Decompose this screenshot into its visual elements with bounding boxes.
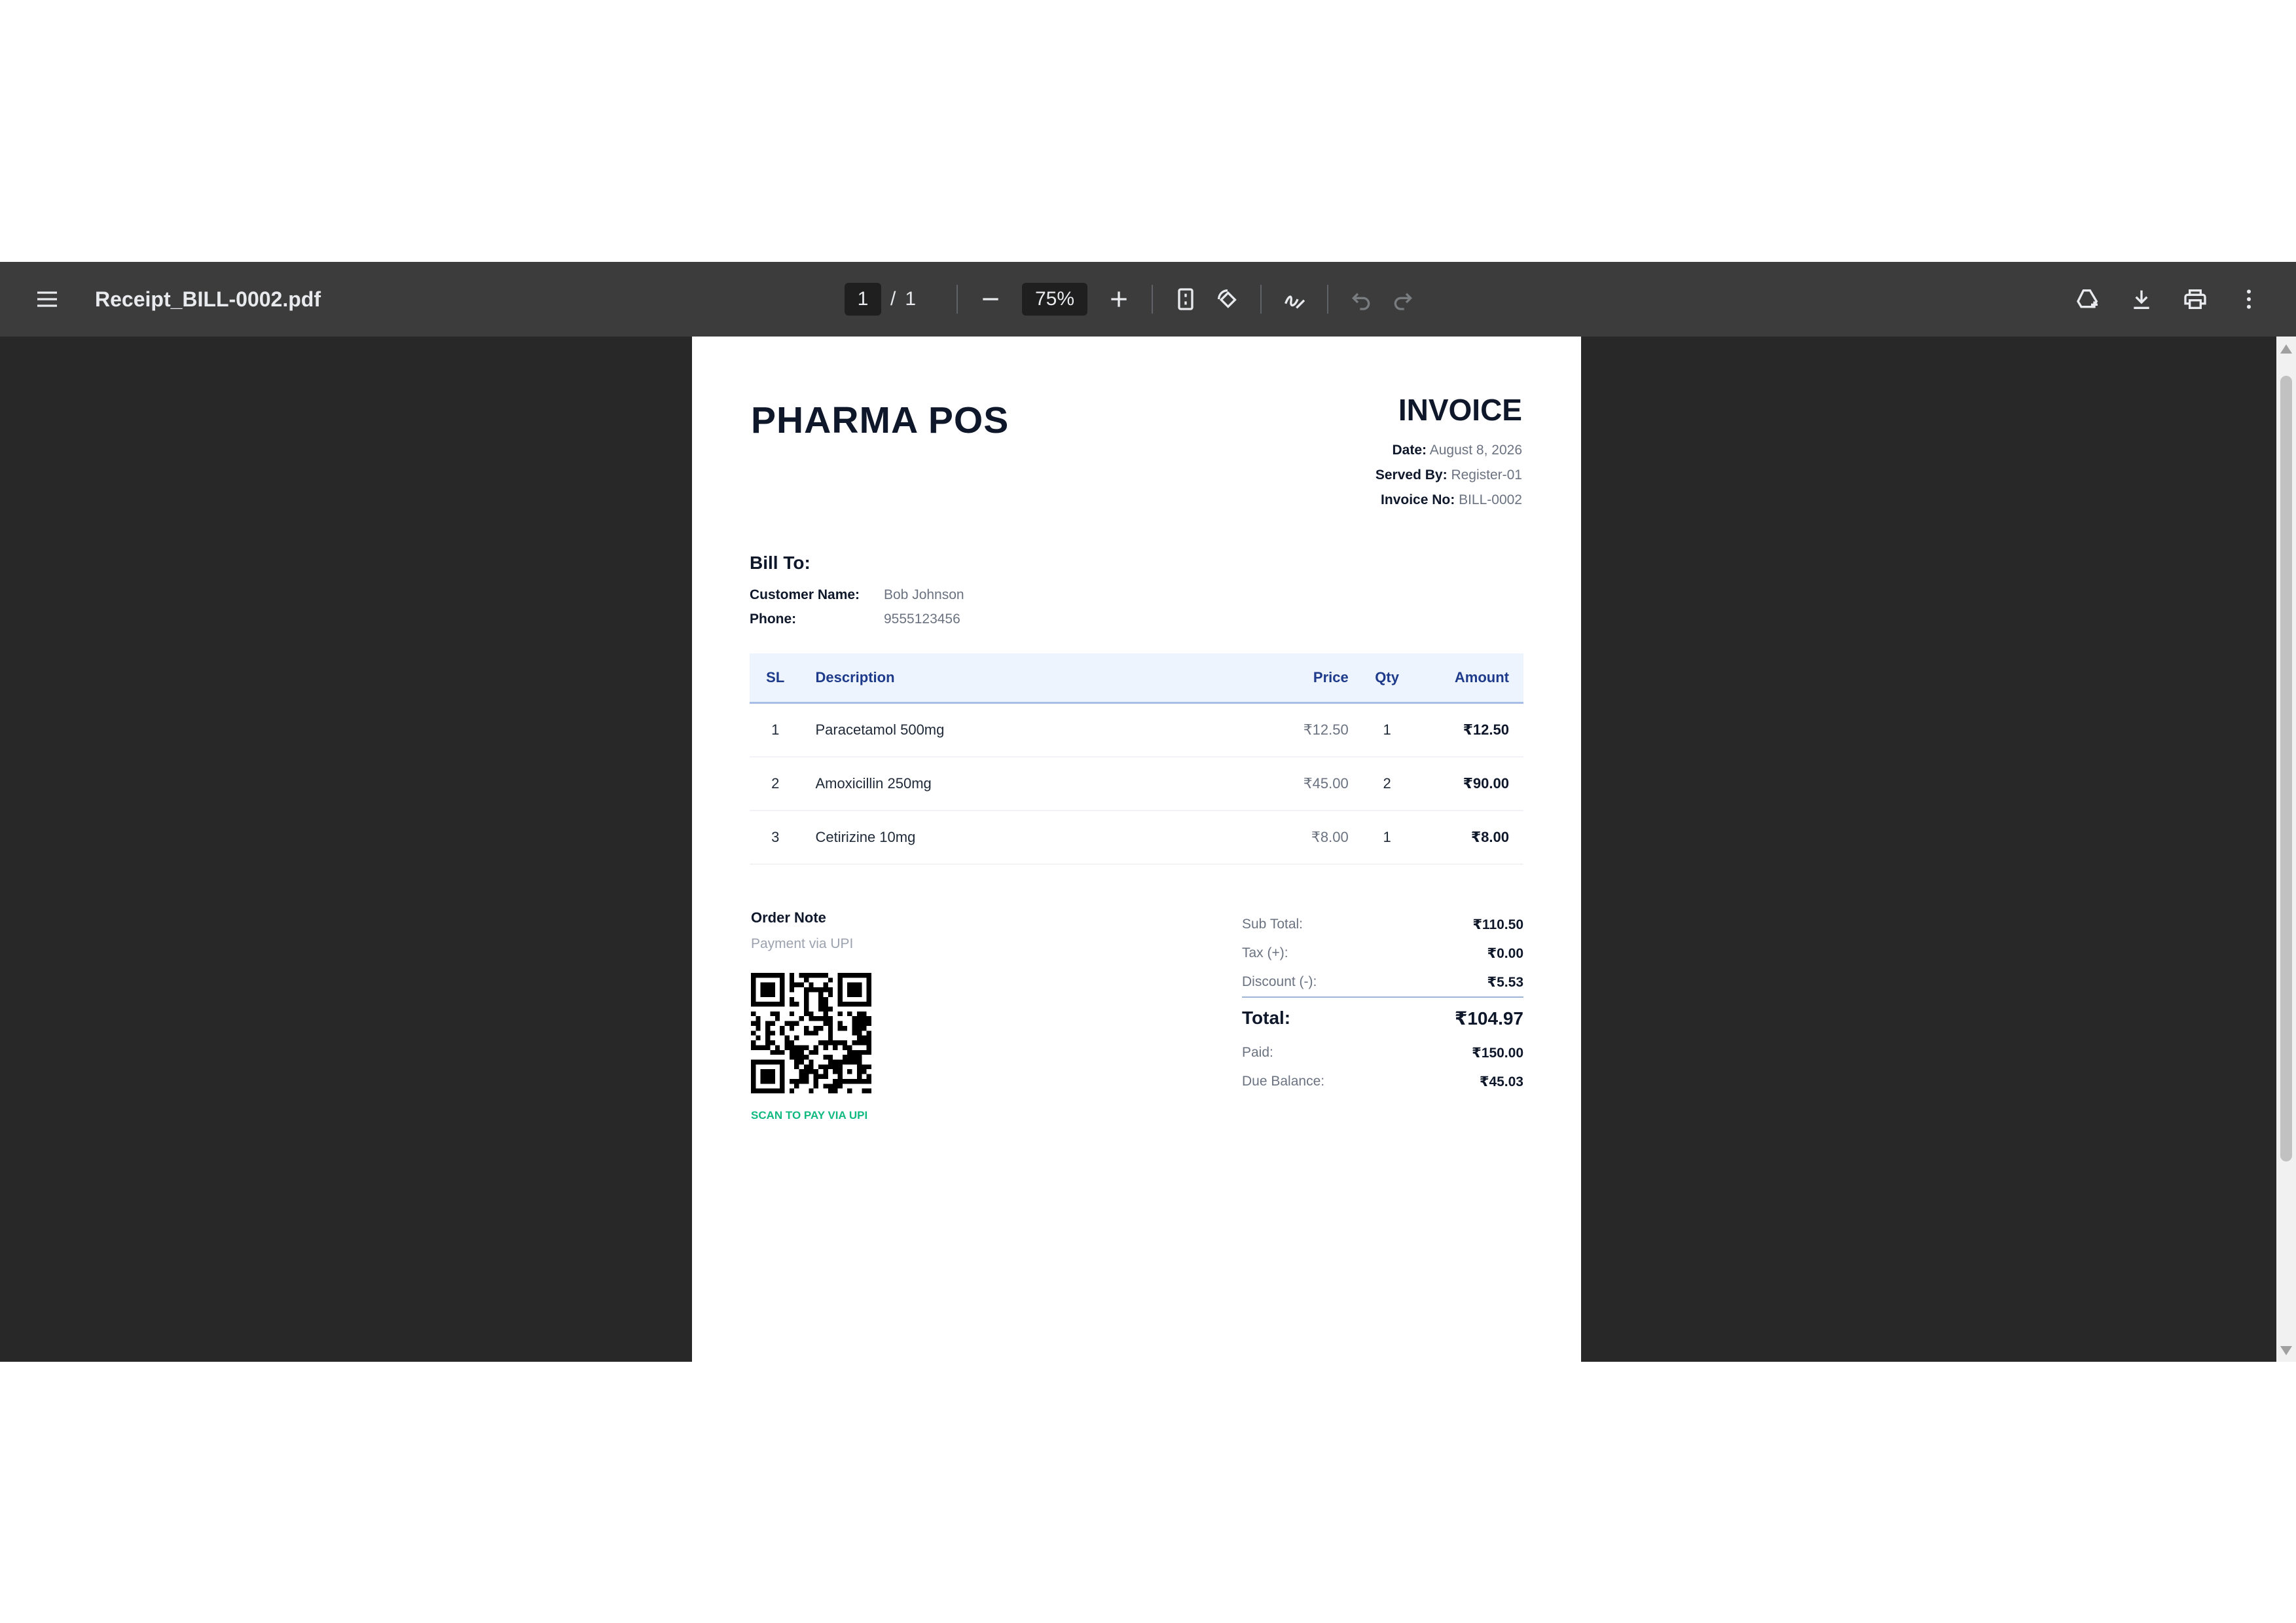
viewer-toolbar: Receipt_BILL-0002.pdf 1 / 1 75% xyxy=(0,262,2296,337)
scan-to-pay-label: SCAN TO PAY VIA UPI xyxy=(751,1109,868,1122)
table-header: SL Description Price Qty Amount xyxy=(750,653,1523,704)
vertical-scrollbar[interactable] xyxy=(2276,337,2296,1362)
rotate-icon[interactable] xyxy=(1207,278,1248,320)
more-vert-icon[interactable] xyxy=(2228,278,2270,320)
invoice-title: INVOICE xyxy=(1398,393,1522,427)
page-number-input[interactable]: 1 xyxy=(845,283,881,316)
cell-sl: 2 xyxy=(771,775,780,792)
pdf-page: PHARMA POS INVOICE Date: August 8, 2026 … xyxy=(692,337,1581,1362)
page-total: 1 xyxy=(905,288,917,310)
items-table: SL Description Price Qty Amount 1 Parace… xyxy=(750,653,1523,865)
undo-icon[interactable] xyxy=(1340,278,1382,320)
file-name: Receipt_BILL-0002.pdf xyxy=(95,287,321,311)
scroll-down-icon[interactable] xyxy=(2280,1346,2292,1355)
download-icon[interactable] xyxy=(2121,278,2162,320)
document-area[interactable]: PHARMA POS INVOICE Date: August 8, 2026 … xyxy=(0,337,2296,1362)
zoom-input[interactable]: 75% xyxy=(1022,283,1088,316)
divider xyxy=(1152,285,1154,314)
zoom-in-icon[interactable] xyxy=(1098,278,1140,320)
cell-qty: 1 xyxy=(1383,829,1391,845)
header-qty: Qty xyxy=(1375,669,1399,685)
cell-amount: ₹8.00 xyxy=(1470,829,1509,845)
meta-served-by: Served By: Register-01 xyxy=(1375,467,1522,483)
discount-row: Discount (-): ₹5.53 xyxy=(1242,968,1523,998)
table-row: 3 Cetirizine 10mg ₹8.00 1 ₹8.00 xyxy=(750,811,1523,865)
pdf-viewer: Receipt_BILL-0002.pdf 1 / 1 75% PHARMA P… xyxy=(0,262,2296,1362)
due-balance-row: Due Balance: ₹45.03 xyxy=(1242,1074,1523,1089)
cell-price: ₹45.00 xyxy=(1303,775,1349,792)
meta-date: Date: August 8, 2026 xyxy=(1392,443,1522,458)
table-row: 1 Paracetamol 500mg ₹12.50 1 ₹12.50 xyxy=(750,704,1523,757)
order-note-text: Payment via UPI xyxy=(751,936,854,951)
header-price: Price xyxy=(1313,669,1349,685)
center-toolbar: 1 / 1 75% xyxy=(845,262,1424,337)
bill-to-title: Bill To: xyxy=(750,553,811,573)
customer-name-row: Customer Name: Bob Johnson xyxy=(750,587,964,602)
page-separator: / xyxy=(890,288,896,310)
cell-description: Amoxicillin 250mg xyxy=(815,775,932,792)
zoom-out-icon[interactable] xyxy=(970,278,1011,320)
print-icon[interactable] xyxy=(2174,278,2216,320)
draw-icon[interactable] xyxy=(1273,278,1315,320)
redo-icon[interactable] xyxy=(1382,278,1424,320)
total-row: Total: ₹104.97 xyxy=(1242,1008,1523,1029)
cell-qty: 2 xyxy=(1383,775,1391,792)
save-to-drive-icon[interactable] xyxy=(2067,278,2109,320)
cell-description: Cetirizine 10mg xyxy=(815,829,916,845)
fit-page-icon[interactable] xyxy=(1165,278,1207,320)
cell-sl: 3 xyxy=(771,829,780,845)
cell-price: ₹12.50 xyxy=(1303,721,1349,738)
table-row: 2 Amoxicillin 250mg ₹45.00 2 ₹90.00 xyxy=(750,757,1523,811)
brand-name: PHARMA POS xyxy=(751,399,1010,441)
subtotal-row: Sub Total: ₹110.50 xyxy=(1242,917,1523,932)
header-sl: SL xyxy=(766,669,785,685)
cell-description: Paracetamol 500mg xyxy=(815,721,945,738)
header-description: Description xyxy=(815,669,895,685)
order-note-title: Order Note xyxy=(751,909,826,926)
cell-amount: ₹90.00 xyxy=(1463,775,1509,792)
customer-phone-row: Phone: 9555123456 xyxy=(750,611,960,627)
cell-amount: ₹12.50 xyxy=(1463,721,1509,738)
paid-row: Paid: ₹150.00 xyxy=(1242,1045,1523,1061)
tax-row: Tax (+): ₹0.00 xyxy=(1242,945,1523,961)
upi-qr-code xyxy=(751,973,871,1093)
header-amount: Amount xyxy=(1454,669,1509,685)
cell-price: ₹8.00 xyxy=(1311,829,1349,845)
divider xyxy=(1327,285,1329,314)
menu-icon[interactable] xyxy=(26,278,68,320)
divider xyxy=(1260,285,1262,314)
meta-invoice-no: Invoice No: BILL-0002 xyxy=(1381,492,1522,507)
divider xyxy=(957,285,958,314)
right-toolbar xyxy=(2067,262,2270,337)
customer-info: Customer Name: Bob Johnson Phone: 95551234… xyxy=(750,583,964,631)
invoice-meta: Date: August 8, 2026 Served By: Register… xyxy=(1376,438,1522,513)
cell-qty: 1 xyxy=(1383,721,1391,738)
scroll-thumb[interactable] xyxy=(2280,376,2292,1161)
totals-summary: Sub Total: ₹110.50 Tax (+): ₹0.00 Discount… xyxy=(1242,910,1523,1096)
scroll-up-icon[interactable] xyxy=(2280,344,2292,354)
cell-sl: 1 xyxy=(771,721,780,738)
